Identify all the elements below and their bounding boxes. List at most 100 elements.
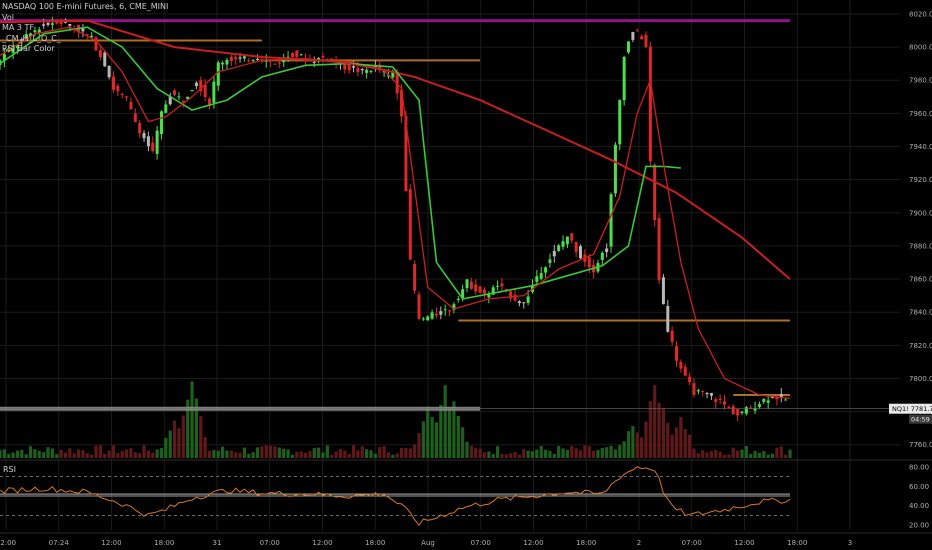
volume-bar	[731, 447, 735, 458]
volume-bar	[103, 453, 107, 458]
candle-body	[548, 259, 552, 263]
x-tick-label: Aug	[421, 539, 435, 547]
volume-bar	[330, 454, 334, 458]
volume-bar	[574, 448, 578, 458]
volume-bar	[129, 448, 133, 458]
volume-bar	[159, 448, 164, 458]
volume-bar	[11, 452, 15, 458]
volume-bar	[740, 449, 744, 458]
x-tick-label: 12:00	[312, 539, 332, 547]
volume-bar	[343, 450, 347, 458]
x-tick-label: 18:00	[576, 539, 596, 547]
candle-body	[513, 294, 517, 301]
volume-bar	[709, 450, 714, 458]
volume-bar	[234, 452, 238, 458]
candle-body	[229, 56, 233, 62]
candle-body	[692, 383, 696, 395]
volume-bar	[548, 450, 552, 458]
candle-body	[343, 65, 347, 70]
y-tick-label: 7900.00	[909, 209, 932, 217]
candle-body	[443, 309, 447, 311]
volume-bar	[277, 447, 281, 458]
volume-bar	[543, 449, 548, 458]
x-tick-label: 12:00	[734, 539, 754, 547]
candle-body	[369, 70, 373, 72]
volume-bar	[749, 453, 753, 458]
volume-bar	[347, 454, 351, 458]
volume-bar	[587, 446, 591, 458]
legend-item-volume[interactable]: Vol	[2, 13, 168, 24]
volume-bar	[631, 426, 635, 458]
volume-bar	[430, 416, 434, 458]
volume-bar	[701, 450, 705, 458]
volume-bar	[491, 454, 495, 458]
volume-bar	[770, 453, 775, 458]
volume-bar	[378, 447, 382, 458]
volume-bar	[33, 449, 37, 458]
price-chart[interactable]: 7760.007780.007800.007820.007840.007860.…	[0, 0, 932, 550]
volume-bar	[661, 408, 666, 458]
price-badge-text: NQ1! 7781.75	[892, 405, 932, 413]
candle-body	[600, 252, 604, 260]
volume-bar	[609, 445, 613, 458]
volume-bar	[229, 450, 233, 458]
volume-bar	[500, 454, 504, 458]
rsi-pane-label[interactable]: RSI	[3, 465, 16, 474]
volume-bar	[539, 445, 543, 458]
candle-body	[613, 144, 617, 194]
volume-bar	[784, 454, 788, 458]
candle-body	[159, 111, 163, 135]
candle-body	[138, 123, 142, 134]
candle-body	[434, 314, 438, 316]
x-tick-label: 12:00	[101, 539, 121, 547]
volume-bar	[670, 434, 674, 458]
volume-bar	[325, 445, 329, 458]
volume-bar	[0, 450, 2, 458]
volume-bar	[120, 450, 124, 458]
candle-body	[535, 276, 539, 282]
volume-bar	[413, 444, 417, 458]
volume-bar	[395, 453, 399, 458]
y-tick-label: 8000.00	[909, 44, 932, 52]
volume-bar	[207, 450, 212, 458]
y-tick-label: 7840.00	[909, 309, 932, 317]
volume-bar	[98, 445, 102, 458]
volume-bar	[212, 450, 216, 458]
legend-item-rsi-bar-color[interactable]: RSI Bar Color	[2, 44, 168, 55]
volume-bar	[526, 450, 530, 458]
legend-item-hloc[interactable]: _CM_H_L_O_C_	[2, 34, 168, 45]
x-tick-label: 02:00	[0, 539, 16, 547]
volume-bar	[251, 452, 255, 458]
volume-bar	[177, 428, 181, 458]
volume-bar	[513, 451, 517, 458]
volume-bar	[312, 448, 316, 458]
legend-item-ma[interactable]: MA 3 TF	[2, 23, 168, 34]
volume-bar	[714, 449, 718, 458]
volume-bar	[644, 421, 648, 458]
volume-bar	[565, 450, 570, 458]
candle-body	[256, 58, 260, 60]
candle-body	[683, 367, 687, 376]
volume-bar	[373, 453, 377, 458]
volume-bar	[727, 454, 731, 458]
volume-bar	[24, 454, 28, 458]
volume-bar	[238, 452, 242, 458]
candle-body	[587, 257, 591, 268]
candle-body	[155, 130, 159, 154]
volume-bar	[744, 445, 748, 458]
volume-bar	[469, 445, 473, 458]
candle-body	[478, 286, 482, 293]
candle-body	[413, 263, 417, 291]
volume-bar	[622, 441, 626, 458]
countdown-badge-text: 04:59	[911, 416, 930, 424]
volume-bar	[369, 450, 373, 458]
volume-bar	[260, 446, 264, 458]
candle-body	[701, 390, 705, 392]
candle-body	[731, 406, 735, 415]
rsi-tick-label: 80.00	[909, 463, 929, 471]
x-tick-label: 31	[213, 539, 222, 547]
volume-bar	[417, 432, 421, 458]
y-tick-label: 7760.00	[909, 441, 932, 449]
volume-bar	[76, 449, 81, 458]
candle-body	[736, 409, 740, 416]
